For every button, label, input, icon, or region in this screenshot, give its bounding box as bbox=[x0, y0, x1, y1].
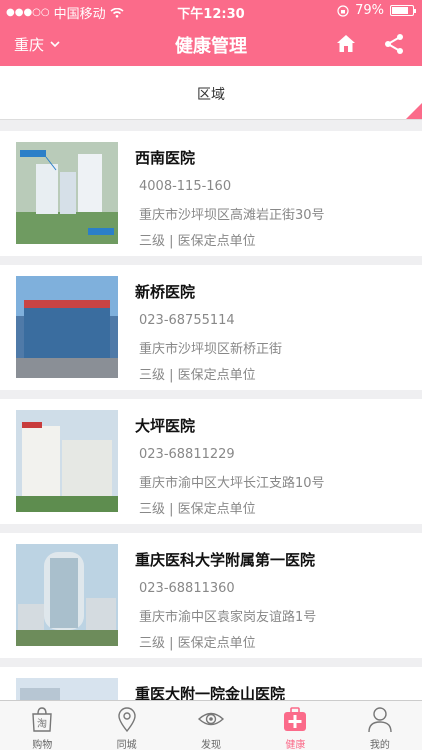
hospital-photo bbox=[16, 544, 118, 646]
hospital-card[interactable]: 西南医院 4008-115-160 重庆市沙坪坝区高滩岩正街30号 三级 | 医… bbox=[0, 131, 422, 256]
hospital-phone[interactable]: 023-68811360 bbox=[139, 581, 235, 596]
tab-label: 购物 bbox=[32, 740, 53, 750]
medical-kit-icon bbox=[284, 707, 307, 731]
hospital-name: 新桥医院 bbox=[135, 283, 196, 301]
tab-discover[interactable]: 发现 bbox=[169, 701, 253, 750]
hospital-address: 重庆市沙坪坝区高滩岩正街30号 bbox=[139, 208, 325, 223]
hospital-card[interactable]: 大坪医院 023-68811229 重庆市渝中区大坪长江支路10号 三级 | 医… bbox=[0, 399, 422, 524]
hospital-name: 重庆医科大学附属第一医院 bbox=[135, 551, 316, 569]
hospital-photo bbox=[16, 276, 118, 378]
tab-profile[interactable]: 我的 bbox=[338, 701, 422, 750]
hospital-card[interactable]: 重医大附一院金山医院 bbox=[0, 667, 422, 700]
hospital-address: 重庆市渝中区袁家岗友谊路1号 bbox=[139, 610, 317, 625]
hospital-photo bbox=[16, 142, 118, 244]
hospital-photo bbox=[16, 410, 118, 512]
tab-label: 同城 bbox=[116, 740, 137, 750]
orientation-lock-icon bbox=[337, 4, 349, 17]
hospital-name: 西南医院 bbox=[135, 149, 196, 167]
region-filter-label: 区域 bbox=[197, 87, 225, 103]
location-pin-icon bbox=[117, 707, 136, 733]
region-filter[interactable]: 区域 bbox=[0, 66, 422, 120]
hospital-card[interactable]: 新桥医院 023-68755114 重庆市沙坪坝区新桥正街 三级 | 医保定点单… bbox=[0, 265, 422, 390]
page-title: 健康管理 bbox=[175, 36, 247, 57]
svg-text:淘: 淘 bbox=[37, 717, 47, 730]
hospital-card[interactable]: 重庆医科大学附属第一医院 023-68811360 重庆市渝中区袁家岗友谊路1号… bbox=[0, 533, 422, 658]
hospital-phone[interactable]: 023-68755114 bbox=[139, 313, 235, 328]
dropdown-corner-icon bbox=[406, 103, 422, 119]
home-icon[interactable] bbox=[334, 32, 358, 56]
hospital-phone[interactable]: 4008-115-160 bbox=[139, 179, 231, 194]
hospital-grade: 三级 | 医保定点单位 bbox=[139, 636, 256, 651]
shopping-bag-icon: 淘 bbox=[32, 707, 52, 732]
user-icon bbox=[368, 707, 392, 733]
hospital-address: 重庆市渝中区大坪长江支路10号 bbox=[139, 476, 325, 491]
hospital-grade: 三级 | 医保定点单位 bbox=[139, 368, 256, 383]
hospital-grade: 三级 | 医保定点单位 bbox=[139, 234, 256, 249]
status-right: 79% bbox=[337, 3, 416, 18]
tab-shopping[interactable]: 淘 购物 bbox=[0, 701, 84, 750]
hospital-photo bbox=[16, 678, 118, 700]
hospital-phone[interactable]: 023-68811229 bbox=[139, 447, 235, 462]
hospital-name: 大坪医院 bbox=[135, 417, 196, 435]
nav-bar: 重庆 健康管理 bbox=[0, 22, 422, 66]
hospital-grade: 三级 | 医保定点单位 bbox=[139, 502, 256, 517]
tab-local[interactable]: 同城 bbox=[84, 701, 168, 750]
eye-icon bbox=[197, 712, 225, 726]
tab-bar: 淘 购物 同城 发现 健康 我的 bbox=[0, 700, 422, 750]
hospital-address: 重庆市沙坪坝区新桥正街 bbox=[139, 342, 283, 357]
tab-label: 发现 bbox=[201, 740, 222, 750]
battery-icon bbox=[390, 5, 416, 16]
battery-fill bbox=[392, 7, 408, 14]
tab-health[interactable]: 健康 bbox=[253, 701, 337, 750]
status-bar: ●●●○○ 中国移动 下午12:30 79% bbox=[0, 0, 422, 22]
share-icon[interactable] bbox=[382, 32, 406, 56]
hospital-name: 重医大附一院金山医院 bbox=[135, 685, 286, 700]
battery-percent: 79% bbox=[355, 3, 384, 18]
tab-label: 我的 bbox=[369, 740, 390, 750]
tab-label: 健康 bbox=[285, 740, 306, 750]
